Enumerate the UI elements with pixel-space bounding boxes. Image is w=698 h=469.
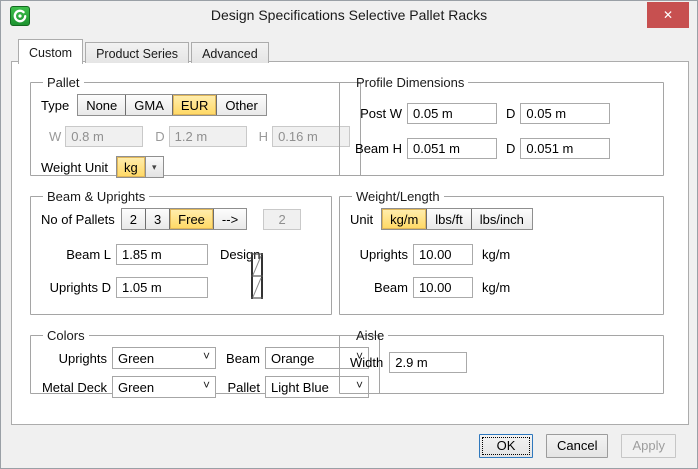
colors-legend: Colors bbox=[43, 328, 89, 343]
weight-length-group: Weight/Length Unit kg/m lbs/ft lbs/inch … bbox=[339, 189, 664, 315]
weight-unit-combo[interactable]: kg ▾ bbox=[116, 156, 164, 178]
pallet-count-field bbox=[263, 209, 301, 230]
pallets-option-3[interactable]: 3 bbox=[146, 209, 170, 229]
post-d-label: D bbox=[506, 106, 515, 121]
uprights-d-field[interactable] bbox=[116, 277, 208, 298]
beam-l-field[interactable] bbox=[116, 244, 208, 265]
pallet-type-segmented: None GMA EUR Other bbox=[77, 94, 267, 116]
beam-h-label: Beam H bbox=[350, 141, 402, 156]
pallet-d-field bbox=[169, 126, 247, 147]
unit-option-lbsinch[interactable]: lbs/inch bbox=[472, 209, 532, 229]
unit-option-kgm[interactable]: kg/m bbox=[382, 209, 427, 229]
unit-label: Unit bbox=[350, 212, 373, 227]
tab-label: Custom bbox=[29, 46, 72, 60]
pallet-type-other[interactable]: Other bbox=[217, 95, 266, 115]
colors-metal-deck-value: Green bbox=[118, 380, 154, 395]
aisle-legend: Aisle bbox=[352, 328, 388, 343]
colors-metal-deck-select[interactable]: Green ˅ bbox=[112, 376, 216, 398]
wl-uprights-unit: kg/m bbox=[482, 247, 510, 262]
wl-beam-unit: kg/m bbox=[482, 280, 510, 295]
pallet-type-gma[interactable]: GMA bbox=[126, 95, 173, 115]
beam-l-label: Beam L bbox=[41, 247, 111, 262]
wl-beam-label: Beam bbox=[350, 280, 408, 295]
wl-beam-field[interactable] bbox=[413, 277, 473, 298]
dialog-footer: OK Cancel Apply bbox=[1, 423, 697, 468]
post-w-field[interactable] bbox=[407, 103, 497, 124]
tab-advanced[interactable]: Advanced bbox=[191, 42, 269, 63]
weight-unit-label: Weight Unit bbox=[41, 160, 108, 175]
dialog-window: Design Specifications Selective Pallet R… bbox=[0, 0, 698, 469]
cancel-button[interactable]: Cancel bbox=[546, 434, 608, 458]
no-of-pallets-label: No of Pallets bbox=[41, 212, 115, 227]
tab-product-series[interactable]: Product Series bbox=[85, 42, 189, 63]
unit-option-lbsft[interactable]: lbs/ft bbox=[427, 209, 471, 229]
profile-dimensions-legend: Profile Dimensions bbox=[352, 75, 468, 90]
pallet-w-label: W bbox=[49, 129, 61, 144]
aisle-width-label: Width bbox=[350, 355, 383, 370]
pallet-type-eur[interactable]: EUR bbox=[173, 95, 217, 115]
close-button[interactable]: ✕ bbox=[647, 2, 689, 28]
colors-uprights-value: Green bbox=[118, 351, 154, 366]
tab-label: Advanced bbox=[202, 47, 258, 61]
pallet-d-label: D bbox=[155, 129, 164, 144]
colors-uprights-select[interactable]: Green ˅ bbox=[112, 347, 216, 369]
wl-uprights-label: Uprights bbox=[350, 247, 408, 262]
colors-metal-deck-label: Metal Deck bbox=[41, 380, 107, 395]
colors-uprights-label: Uprights bbox=[41, 351, 107, 366]
pallet-h-label: H bbox=[259, 129, 268, 144]
wl-uprights-field[interactable] bbox=[413, 244, 473, 265]
apply-button: Apply bbox=[621, 434, 676, 458]
colors-pallet-label: Pallet bbox=[224, 380, 260, 395]
pallet-type-label: Type bbox=[41, 98, 69, 113]
chevron-down-icon: ˅ bbox=[203, 351, 210, 361]
aisle-width-field[interactable] bbox=[389, 352, 467, 373]
chevron-down-icon: ˅ bbox=[203, 380, 210, 390]
aisle-group: Aisle Width bbox=[339, 328, 664, 394]
tab-custom[interactable]: Custom bbox=[18, 39, 83, 64]
close-icon: ✕ bbox=[663, 8, 673, 22]
pallet-w-field bbox=[65, 126, 143, 147]
post-d-field[interactable] bbox=[520, 103, 610, 124]
pallet-type-none[interactable]: None bbox=[78, 95, 126, 115]
beam-uprights-legend: Beam & Uprights bbox=[43, 189, 149, 204]
weight-unit-dropdown-button[interactable]: ▾ bbox=[145, 157, 163, 177]
combo-arrow-icon: ▾ bbox=[152, 162, 157, 173]
pallets-option-arrow[interactable]: --> bbox=[214, 209, 246, 229]
unit-segmented: kg/m lbs/ft lbs/inch bbox=[381, 208, 533, 230]
ok-button[interactable]: OK bbox=[479, 434, 533, 458]
tab-label: Product Series bbox=[96, 47, 178, 61]
pallets-option-free[interactable]: Free bbox=[170, 209, 214, 229]
colors-pallet-value: Light Blue bbox=[271, 380, 329, 395]
pallet-group-legend: Pallet bbox=[43, 75, 84, 90]
beam-d-label: D bbox=[506, 141, 515, 156]
title-bar: Design Specifications Selective Pallet R… bbox=[1, 1, 697, 31]
pallet-group: Pallet Type None GMA EUR Other W bbox=[30, 75, 361, 176]
upright-design-icon bbox=[249, 252, 265, 305]
tab-strip: Custom Product Series Advanced bbox=[18, 39, 271, 63]
beam-h-field[interactable] bbox=[407, 138, 497, 159]
weight-length-legend: Weight/Length bbox=[352, 189, 444, 204]
colors-group: Colors Uprights Green ˅ Beam Orange ˅ bbox=[30, 328, 380, 394]
post-w-label: Post W bbox=[350, 106, 402, 121]
profile-dimensions-group: Profile Dimensions Post W D Beam H D bbox=[339, 75, 664, 176]
window-title: Design Specifications Selective Pallet R… bbox=[1, 7, 697, 23]
pallets-option-2[interactable]: 2 bbox=[122, 209, 146, 229]
colors-beam-label: Beam bbox=[224, 351, 260, 366]
weight-unit-value: kg bbox=[117, 157, 145, 177]
colors-beam-value: Orange bbox=[271, 351, 314, 366]
beam-d-field[interactable] bbox=[520, 138, 610, 159]
beam-uprights-group: Beam & Uprights No of Pallets 2 3 Free -… bbox=[30, 189, 332, 315]
tab-page-custom: Pallet Type None GMA EUR Other W bbox=[11, 61, 689, 425]
uprights-d-label: Uprights D bbox=[41, 280, 111, 295]
no-of-pallets-segmented: 2 3 Free --> bbox=[121, 208, 247, 230]
